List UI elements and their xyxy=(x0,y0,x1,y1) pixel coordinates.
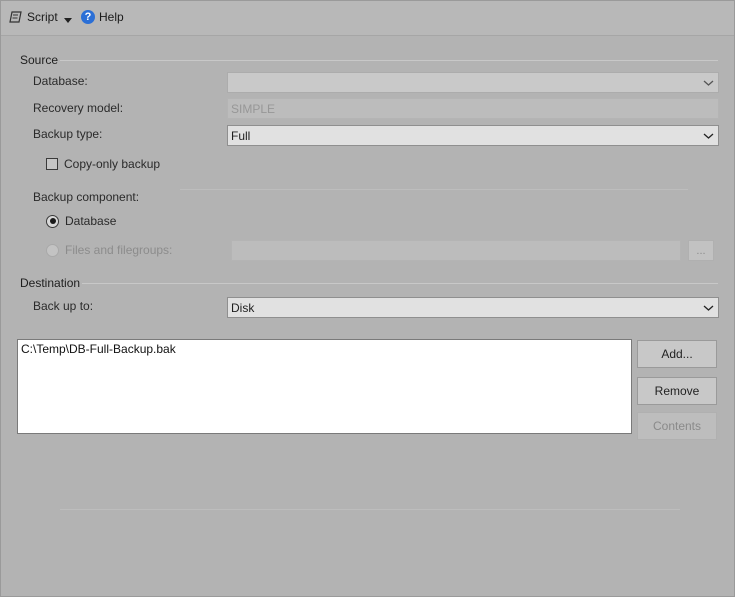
recovery-model-value: SIMPLE xyxy=(231,101,276,116)
backup-type-value: Full xyxy=(231,128,251,143)
destination-divider xyxy=(82,283,718,284)
script-button[interactable]: Script xyxy=(9,10,58,24)
radio-files-label: Files and filegroups: xyxy=(65,243,173,257)
copy-only-label: Copy-only backup xyxy=(64,157,161,171)
recovery-model-label: Recovery model: xyxy=(33,101,124,115)
database-label: Database: xyxy=(33,74,88,88)
copy-only-checkbox-row[interactable]: Copy-only backup xyxy=(46,157,160,171)
radio-files-filegroups xyxy=(46,243,59,257)
database-combo[interactable] xyxy=(227,72,719,93)
help-icon: ? xyxy=(81,10,95,24)
backup-type-label: Backup type: xyxy=(33,127,103,141)
recovery-model-field: SIMPLE xyxy=(227,98,719,119)
contents-button: Contents xyxy=(637,412,717,440)
radio-database-label: Database xyxy=(65,214,117,228)
add-button[interactable]: Add... xyxy=(637,340,717,368)
list-item[interactable]: C:\Temp\DB-Full-Backup.bak xyxy=(18,340,631,358)
destination-files-list[interactable]: C:\Temp\DB-Full-Backup.bak xyxy=(17,339,632,434)
copy-only-checkbox[interactable] xyxy=(46,158,58,170)
radio-database[interactable] xyxy=(46,214,59,228)
back-up-to-label: Back up to: xyxy=(33,299,94,313)
chevron-down-icon xyxy=(703,80,714,86)
backup-component-label: Backup component: xyxy=(33,190,140,204)
backup-component-divider xyxy=(180,189,688,190)
backup-type-combo[interactable]: Full xyxy=(227,125,719,146)
script-icon xyxy=(9,11,22,23)
bottom-divider xyxy=(60,509,680,510)
script-dropdown[interactable] xyxy=(64,13,72,27)
remove-button[interactable]: Remove xyxy=(637,377,717,405)
chevron-down-icon xyxy=(64,18,72,23)
toolbar: Script ? Help xyxy=(1,1,734,36)
chevron-down-icon xyxy=(703,133,714,139)
help-label: Help xyxy=(99,10,124,24)
destination-section-title: Destination xyxy=(20,276,81,290)
source-section-title: Source xyxy=(20,53,59,67)
files-filegroups-field xyxy=(231,240,681,261)
help-button[interactable]: ? Help xyxy=(81,10,124,24)
back-up-to-value: Disk xyxy=(231,300,255,315)
chevron-down-icon xyxy=(703,305,714,311)
radio-database-row[interactable]: Database xyxy=(46,214,116,228)
radio-files-row: Files and filegroups: xyxy=(46,243,172,257)
browse-files-button: ... xyxy=(688,240,714,261)
script-label: Script xyxy=(27,10,58,24)
source-divider xyxy=(60,60,718,61)
back-up-to-combo[interactable]: Disk xyxy=(227,297,719,318)
